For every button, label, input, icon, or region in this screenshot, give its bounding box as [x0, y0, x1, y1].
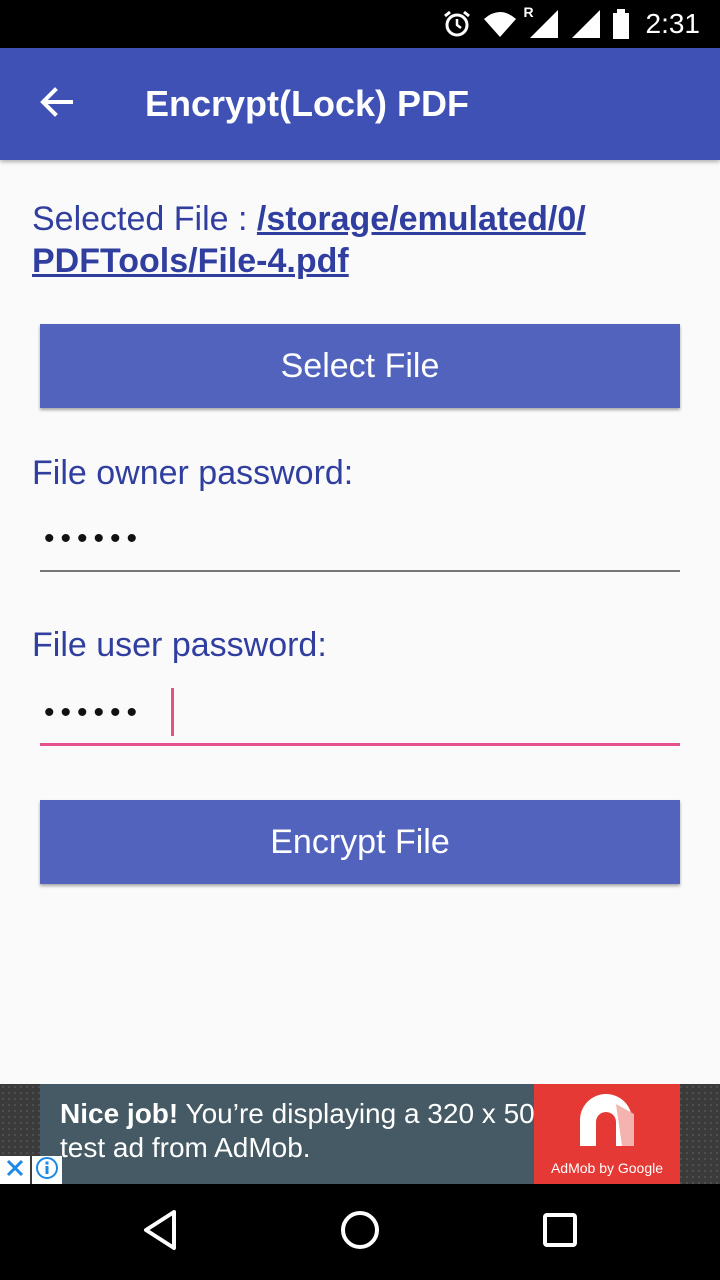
ad-line1: Nice job! You’re displaying a 320 x 50 — [60, 1098, 535, 1130]
status-icons: R 2:31 — [442, 0, 701, 48]
back-button[interactable] — [28, 76, 84, 132]
ad-headline: Nice job! — [60, 1098, 179, 1129]
cell-signal-icon — [570, 8, 602, 40]
select-file-button[interactable]: Select File — [40, 324, 680, 408]
admob-caption: AdMob by Google — [550, 1160, 664, 1176]
info-icon — [35, 1156, 59, 1185]
selected-file-path-line2[interactable]: PDFTools/File-4.pdf — [32, 242, 349, 280]
square-recents-icon — [540, 1210, 580, 1255]
user-password-label: File user password: — [32, 626, 327, 664]
user-password-underline — [40, 743, 680, 746]
status-bar: R 2:31 — [0, 0, 720, 48]
navigation-bar — [0, 1184, 720, 1280]
selected-file-path-line1[interactable]: /storage/emulated/0/ — [257, 200, 586, 238]
alarm-icon — [442, 9, 472, 39]
battery-icon — [612, 9, 630, 39]
admob-logo[interactable]: AdMob by Google — [534, 1084, 680, 1184]
user-password-input[interactable]: •••••• — [40, 682, 680, 746]
roaming-label: R — [523, 4, 534, 20]
ad-line1-rest: You’re displaying a 320 x 50 — [178, 1098, 535, 1129]
owner-password-label: File owner password: — [32, 454, 354, 492]
ad-text-box[interactable]: Nice job! You’re displaying a 320 x 50 t… — [40, 1084, 535, 1184]
nav-recents-button[interactable] — [530, 1204, 590, 1260]
clock: 2:31 — [645, 8, 701, 39]
ad-line2: test ad from AdMob. — [60, 1132, 311, 1163]
cell-signal-roaming-icon: R — [524, 4, 560, 40]
app-bar: Encrypt(Lock) PDF — [0, 48, 720, 160]
ad-info-button[interactable] — [32, 1156, 62, 1184]
user-password-value: •••••• — [44, 696, 144, 729]
selected-file-text: Selected File : /storage/emulated/0/ PDF… — [32, 198, 682, 282]
arrow-back-icon — [38, 84, 74, 125]
page-title: Encrypt(Lock) PDF — [145, 83, 470, 124]
triangle-back-icon — [140, 1208, 180, 1257]
owner-password-underline — [40, 570, 680, 572]
encrypt-file-button[interactable]: Encrypt File — [40, 800, 680, 884]
circle-home-icon — [338, 1208, 382, 1257]
close-icon — [5, 1158, 25, 1183]
wifi-icon — [482, 9, 518, 39]
ad-close-button[interactable] — [0, 1156, 30, 1184]
ad-banner[interactable]: Nice job! You’re displaying a 320 x 50 t… — [0, 1084, 720, 1184]
nav-home-button[interactable] — [330, 1204, 390, 1260]
selected-file-label: Selected File : — [32, 200, 257, 238]
text-cursor — [171, 688, 174, 736]
owner-password-value: •••••• — [44, 522, 144, 555]
nav-back-button[interactable] — [130, 1204, 190, 1260]
owner-password-input[interactable]: •••••• — [40, 508, 680, 572]
